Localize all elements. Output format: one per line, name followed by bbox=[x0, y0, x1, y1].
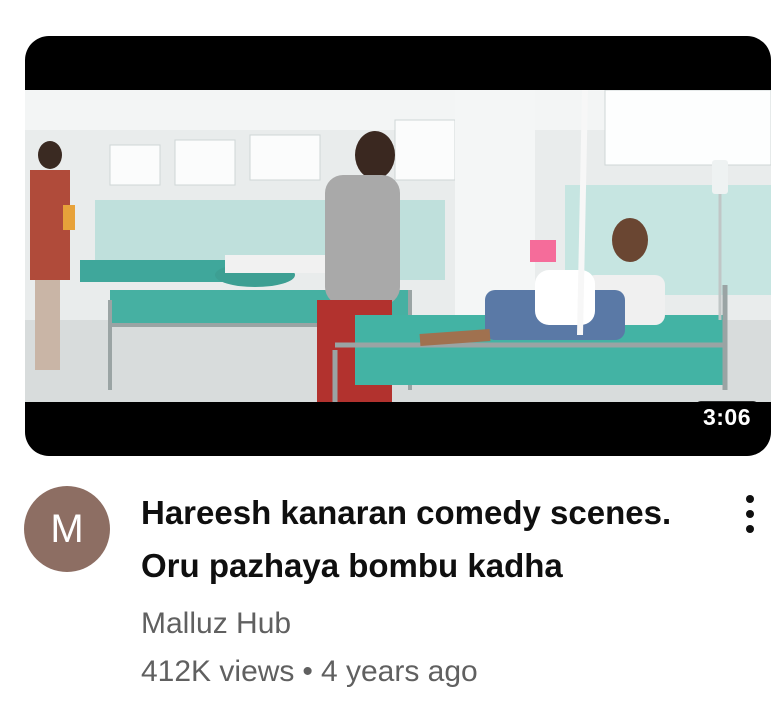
video-metadata: 412K views • 4 years ago bbox=[141, 655, 478, 689]
upload-age: 4 years ago bbox=[320, 655, 478, 688]
meta-separator: • bbox=[302, 655, 313, 688]
video-card: 3:06 M Hareesh kanaran comedy scenes. Or… bbox=[0, 0, 783, 720]
channel-name[interactable]: Malluz Hub bbox=[141, 607, 291, 641]
video-title[interactable]: Hareesh kanaran comedy scenes. Oru pazha… bbox=[141, 486, 701, 592]
more-vert-icon bbox=[746, 495, 754, 533]
duration-badge: 3:06 bbox=[694, 401, 759, 434]
video-thumbnail[interactable]: 3:06 bbox=[25, 36, 771, 456]
view-count: 412K views bbox=[141, 655, 295, 688]
channel-avatar-initial: M bbox=[50, 506, 84, 551]
thumbnail-image bbox=[25, 90, 771, 402]
channel-avatar[interactable]: M bbox=[24, 486, 110, 572]
more-options-button[interactable] bbox=[730, 490, 770, 540]
